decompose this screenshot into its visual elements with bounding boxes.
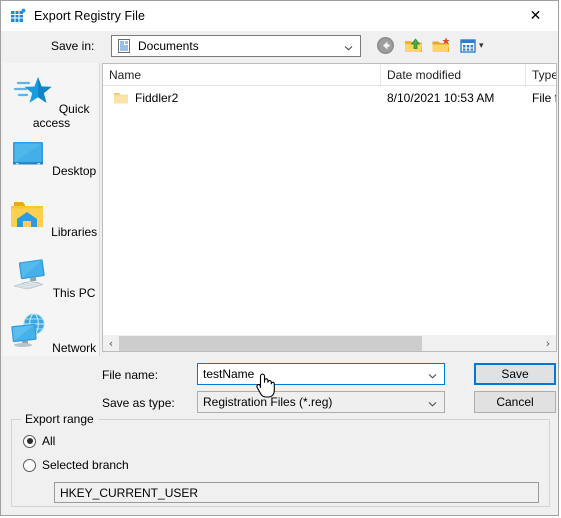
cancel-button[interactable]: Cancel	[474, 391, 556, 413]
file-name-label: Fiddler2	[135, 91, 179, 105]
scroll-right-arrow-icon[interactable]: ›	[540, 336, 556, 351]
export-registry-file-dialog: Export Registry File ✕ Save in: Document…	[0, 0, 559, 516]
export-range-legend: Export range	[21, 412, 98, 426]
radio-all-label: All	[42, 434, 56, 448]
radio-selected-branch-label: Selected branch	[42, 458, 129, 472]
chevron-down-icon[interactable]	[428, 398, 437, 407]
column-header-label: Date modified	[387, 67, 462, 82]
horizontal-scrollbar[interactable]: ‹ ›	[102, 335, 557, 352]
cell-date-modified: 8/10/2021 10:53 AM	[387, 91, 495, 105]
export-range-group: Export range All Selected branch HKEY_CU…	[11, 412, 550, 507]
close-icon: ✕	[529, 8, 542, 24]
radio-selected-branch-indicator	[23, 458, 36, 472]
chevron-down-icon	[344, 42, 353, 51]
place-this-pc[interactable]: This PC	[3, 255, 100, 300]
place-label: Libraries	[51, 225, 98, 239]
radio-selected-branch[interactable]: Selected branch	[23, 458, 129, 472]
chevron-down-icon[interactable]	[428, 370, 437, 379]
registry-grid-icon	[10, 8, 26, 24]
place-label: Network	[52, 341, 97, 355]
scrollbar-track[interactable]	[119, 335, 540, 351]
radio-all[interactable]: All	[23, 434, 55, 448]
sort-ascending-icon: ˄	[232, 64, 237, 72]
save-in-combobox[interactable]: Documents	[111, 35, 361, 57]
save-in-value: Documents	[138, 39, 199, 53]
save-as-type-label: Save as type:	[102, 396, 175, 410]
desktop-monitor-icon	[7, 142, 52, 178]
save-as-type-combobox[interactable]: Registration Files (*.reg)	[197, 391, 445, 413]
table-row[interactable]: Fiddler2 8/10/2021 10:53 AM File fo	[103, 88, 556, 108]
scrollbar-thumb[interactable]	[119, 335, 423, 351]
cell-type: File fo	[532, 91, 556, 105]
place-label: This PC	[52, 286, 96, 300]
column-header-name[interactable]: Name ˄	[103, 64, 381, 85]
places-bar: Quick access Desktop Libraries This PC N…	[3, 63, 100, 356]
views-button[interactable]: ▾	[459, 37, 484, 55]
cancel-button-label: Cancel	[496, 395, 534, 409]
file-list[interactable]: Name ˄ Date modified Type Fiddler2 8/10/…	[102, 63, 557, 335]
folder-icon	[113, 91, 129, 105]
column-header-type[interactable]: Type	[526, 64, 557, 85]
column-header-label: Type	[532, 67, 557, 82]
save-button[interactable]: Save	[474, 363, 556, 385]
network-globe-icon	[7, 313, 52, 355]
column-header-label: Name	[109, 67, 142, 82]
window-title: Export Registry File	[34, 9, 146, 23]
radio-all-indicator	[23, 434, 36, 448]
scroll-left-arrow-icon[interactable]: ‹	[103, 336, 119, 351]
file-list-header: Name ˄ Date modified Type	[103, 64, 556, 86]
column-header-date-modified[interactable]: Date modified	[381, 64, 526, 85]
close-button[interactable]: ✕	[513, 1, 558, 31]
place-quick-access[interactable]: Quick access	[3, 71, 100, 130]
file-name-value: testName	[203, 367, 255, 381]
back-arrow-icon[interactable]	[375, 35, 396, 56]
file-name-input[interactable]: testName	[197, 363, 445, 385]
documents-icon	[116, 38, 132, 54]
place-network[interactable]: Network	[3, 310, 100, 355]
save-as-type-value: Registration Files (*.reg)	[203, 395, 333, 409]
this-pc-computer-icon	[8, 259, 53, 300]
views-dropdown-arrow-icon: ▾	[479, 40, 484, 51]
title-bar: Export Registry File ✕	[1, 1, 558, 31]
selected-branch-value: HKEY_CURRENT_USER	[60, 485, 199, 500]
quick-access-star-icon	[13, 77, 58, 116]
file-name-label: File name:	[102, 368, 159, 382]
selected-branch-input[interactable]: HKEY_CURRENT_USER	[54, 482, 539, 503]
views-grid-icon	[459, 37, 477, 55]
save-in-label: Save in:	[51, 39, 95, 53]
place-label: Desktop	[52, 164, 97, 178]
libraries-folder-icon	[6, 202, 51, 239]
navigation-toolbar: ▾	[375, 35, 484, 56]
place-desktop[interactable]: Desktop	[3, 133, 100, 178]
place-libraries[interactable]: Libraries	[3, 194, 100, 239]
up-folder-icon[interactable]	[403, 35, 424, 56]
new-folder-icon[interactable]	[431, 35, 452, 56]
save-button-label: Save	[501, 367, 529, 381]
cell-name: Fiddler2	[103, 88, 381, 108]
